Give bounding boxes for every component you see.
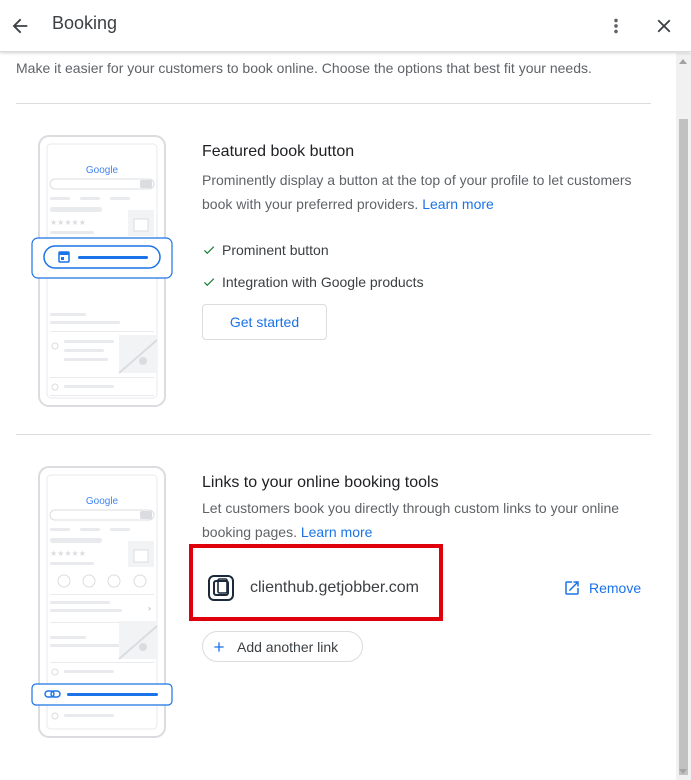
more-options-button[interactable]	[598, 8, 634, 44]
google-logo-text: Google	[86, 165, 119, 176]
check-icon	[203, 246, 215, 255]
google-logo-text: Google	[86, 496, 119, 507]
remove-link-button[interactable]: Remove	[563, 579, 641, 597]
close-icon	[657, 19, 671, 33]
check-icon	[203, 278, 215, 287]
scroll-down-arrow[interactable]	[679, 769, 687, 774]
scrollbar[interactable]	[676, 53, 691, 780]
divider	[16, 103, 651, 104]
featured-learn-more-link[interactable]: Learn more	[422, 196, 494, 212]
featured-description-text: Prominently display a button at the top …	[202, 172, 632, 212]
featured-title: Featured book button	[202, 143, 355, 160]
svg-text:★★★★★: ★★★★★	[50, 218, 86, 227]
remove-label: Remove	[589, 580, 642, 596]
jobber-logo-icon	[208, 575, 234, 601]
feature-item: Prominent button	[202, 242, 329, 258]
scroll-thumb[interactable]	[679, 119, 688, 775]
scroll-up-arrow[interactable]	[679, 59, 687, 64]
add-another-link-button[interactable]: Add another link	[202, 631, 363, 662]
links-description-text: Let customers book you directly through …	[202, 500, 620, 540]
get-started-button[interactable]: Get started	[202, 304, 327, 340]
arrow-back-icon	[12, 18, 28, 34]
intro-text: Make it easier for your customers to boo…	[16, 60, 592, 76]
booking-content: Make it easier for your customers to boo…	[0, 53, 675, 780]
open-in-new-icon	[565, 581, 579, 595]
svg-text:★★★★★: ★★★★★	[50, 549, 86, 558]
booking-link-callout	[31, 683, 173, 706]
svg-text:›: ›	[148, 604, 151, 613]
links-learn-more-link[interactable]: Learn more	[301, 524, 373, 540]
feature-item: Integration with Google products	[202, 274, 424, 290]
feature-label: Prominent button	[222, 242, 329, 258]
links-title: Links to your online booking tools	[202, 474, 439, 491]
top-app-bar: Booking	[0, 0, 691, 52]
featured-book-button-callout	[31, 237, 173, 279]
divider	[16, 434, 651, 435]
booking-url: clienthub.getjobber.com	[250, 579, 419, 596]
feature-label: Integration with Google products	[222, 274, 424, 290]
featured-description: Prominently display a button at the top …	[202, 168, 662, 216]
links-description: Let customers book you directly through …	[202, 496, 662, 544]
add-another-link-label: Add another link	[237, 638, 339, 655]
booking-link-item[interactable]: clienthub.getjobber.com	[208, 575, 419, 601]
more-vert-icon	[614, 18, 618, 34]
back-button[interactable]	[2, 8, 38, 44]
add-icon	[214, 641, 224, 652]
page-title: Booking	[52, 13, 118, 33]
close-button[interactable]	[646, 8, 682, 44]
